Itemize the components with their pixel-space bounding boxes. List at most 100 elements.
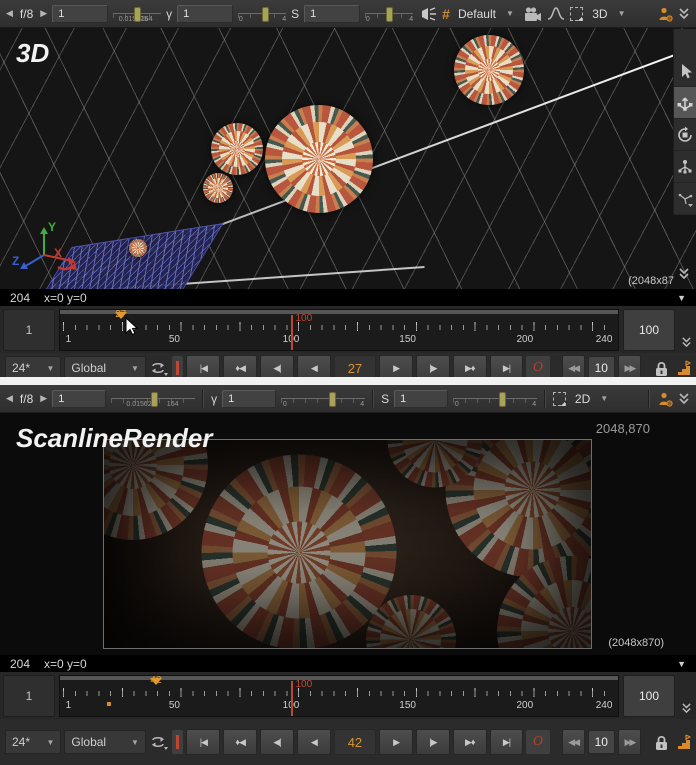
gamma-tick-label: 4 <box>282 16 286 23</box>
flower-card-tiny[interactable] <box>129 239 147 257</box>
saturation-field[interactable]: 1 <box>394 390 448 408</box>
expand-status-icon[interactable]: ▼ <box>677 293 686 303</box>
vignette-overlay <box>104 440 591 648</box>
saturation-slider[interactable]: 0 1 4 <box>453 389 537 409</box>
increment-button[interactable]: ▶▶ <box>618 729 641 755</box>
gain-slider[interactable]: 0.015625 164 <box>111 389 195 409</box>
translate-tool-button[interactable] <box>674 87 696 119</box>
frame-increment-field[interactable]: 10 <box>588 730 615 754</box>
viewer-toolbar-2d: ◀ f/8 ▶ 1 0.015625 164 γ 1 0 1 4 S 1 0 1… <box>0 385 696 413</box>
play-button[interactable]: ▶ <box>379 729 413 755</box>
frame-tick-label: 240 <box>596 700 613 711</box>
guide-frame-line <box>291 315 293 350</box>
prev-keyframe-button[interactable]: ♦◀ <box>223 729 257 755</box>
playback-loop-icon[interactable] <box>149 732 169 752</box>
gamma-field[interactable]: 1 <box>222 390 276 408</box>
range-start-field[interactable]: 1 <box>3 675 55 717</box>
frame-tick-label: 200 <box>516 334 533 345</box>
gamma-field[interactable]: 1 <box>177 5 233 23</box>
viewer-panel-2d: ◀ f/8 ▶ 1 0.015625 164 γ 1 0 1 4 S 1 0 1… <box>0 385 696 762</box>
double-chevron-down-icon[interactable] <box>678 389 690 409</box>
svg-text:X: X <box>54 246 62 260</box>
next-input-icon[interactable]: ▶ <box>40 8 47 19</box>
view-mode-select[interactable]: 2D ▼ <box>571 392 641 406</box>
pause-person-icon[interactable] <box>657 4 673 24</box>
range-mode-select[interactable]: Global ▼ <box>64 730 145 754</box>
gain-slider-handle[interactable] <box>151 392 158 407</box>
roi-marquee-icon[interactable] <box>553 392 566 406</box>
gamma-slider[interactable]: 0 4 <box>238 4 286 24</box>
pause-person-icon[interactable] <box>657 389 673 409</box>
scale-tool-button[interactable] <box>674 151 696 183</box>
saturation-slider-handle[interactable] <box>386 7 393 22</box>
gain-slider-handle[interactable] <box>134 7 141 22</box>
expand-status-icon[interactable]: ▼ <box>677 659 686 669</box>
playhead[interactable]: 42 <box>150 676 162 703</box>
viewport-3d[interactable]: 3D Y X Z (2048x87 <box>0 28 696 289</box>
fps-value: 24* <box>12 735 30 749</box>
gain-field[interactable]: 1 <box>52 390 106 408</box>
saturation-slider[interactable]: 0 4 <box>365 4 413 24</box>
lock-range-icon[interactable] <box>653 358 670 378</box>
current-frame-field[interactable]: 42 <box>334 729 376 755</box>
chevron-down-icon: ▼ <box>46 364 54 373</box>
lut-select[interactable]: Default ▼ <box>454 7 518 21</box>
step-forward-button[interactable]: |▶ <box>416 729 450 755</box>
goto-start-button[interactable]: |◀ <box>186 729 220 755</box>
viewport-2d[interactable]: 2048,870 ScanlineRender (2048x870) <box>0 413 696 655</box>
range-mode-value: Global <box>71 361 106 375</box>
range-end-field[interactable]: 100 <box>623 309 675 351</box>
timeline-scrollbar[interactable] <box>60 310 618 314</box>
flower-card-large[interactable] <box>265 105 373 213</box>
gamma-slider[interactable]: 0 1 4 <box>281 389 365 409</box>
saturation-field[interactable]: 1 <box>304 5 360 23</box>
next-keyframe-button[interactable]: ▶♦ <box>453 729 487 755</box>
prev-input-icon[interactable]: ◀ <box>6 8 13 19</box>
wipe-grid-icon[interactable]: # <box>442 4 449 24</box>
rotate-tool-button[interactable] <box>674 119 696 151</box>
curve-icon[interactable] <box>547 4 565 24</box>
range-start-field[interactable]: 1 <box>3 309 55 351</box>
next-input-icon[interactable]: ▶ <box>40 393 47 404</box>
decrement-button[interactable]: ◀◀ <box>562 729 585 755</box>
double-chevron-down-icon[interactable] <box>678 4 690 24</box>
timeline-ruler[interactable]: 1 50 100 150 200 240 100 42 <box>59 675 619 717</box>
double-chevron-down-icon[interactable] <box>679 675 693 717</box>
flipbook-ramp-icon[interactable] <box>673 732 691 752</box>
in-point-marker[interactable] <box>172 730 184 754</box>
select-tool-button[interactable] <box>674 55 696 87</box>
saturation-slider-handle[interactable] <box>499 392 506 407</box>
stop-button[interactable]: O <box>526 730 549 754</box>
gain-field[interactable]: 1 <box>52 5 108 23</box>
lock-range-icon[interactable] <box>653 732 670 752</box>
range-end-field[interactable]: 100 <box>623 675 675 717</box>
flower-card-far[interactable] <box>454 35 524 105</box>
rendered-image[interactable] <box>103 439 592 649</box>
frame-tick-label: 200 <box>516 700 533 711</box>
playback-loop-icon[interactable] <box>149 358 169 378</box>
proxy-mode-label[interactable]: f/8 <box>18 392 35 406</box>
step-back-button[interactable]: ◀| <box>260 729 294 755</box>
fps-select[interactable]: 24* ▼ <box>5 730 61 754</box>
frame-tick-label: 240 <box>596 334 613 345</box>
double-chevron-down-icon[interactable] <box>678 267 690 285</box>
prev-input-icon[interactable]: ◀ <box>6 393 13 404</box>
timeline-ruler[interactable]: 1 50 100 150 200 240 100 27 <box>59 309 619 351</box>
camera-icon[interactable] <box>523 4 542 24</box>
play-backward-button[interactable]: ◀ <box>297 729 331 755</box>
gain-toggle-icon[interactable] <box>418 4 437 24</box>
flipbook-ramp-icon[interactable] <box>673 358 691 378</box>
view-mode-select[interactable]: 3D ▼ <box>588 7 652 21</box>
axis-tool-button[interactable] <box>674 183 696 215</box>
view-mode-value: 3D <box>592 7 607 21</box>
goto-end-button[interactable]: ▶| <box>490 729 524 755</box>
flower-card-small[interactable] <box>203 173 233 203</box>
gamma-slider-handle[interactable] <box>262 7 269 22</box>
double-chevron-down-icon[interactable] <box>679 309 693 351</box>
gamma-slider-handle[interactable] <box>329 392 336 407</box>
roi-marquee-icon[interactable] <box>570 7 583 21</box>
gain-slider[interactable]: 0.015625 164 <box>113 4 161 24</box>
flower-card-medium[interactable] <box>211 123 263 175</box>
proxy-mode-label[interactable]: f/8 <box>18 7 35 21</box>
timeline-scrollbar[interactable] <box>60 676 618 680</box>
